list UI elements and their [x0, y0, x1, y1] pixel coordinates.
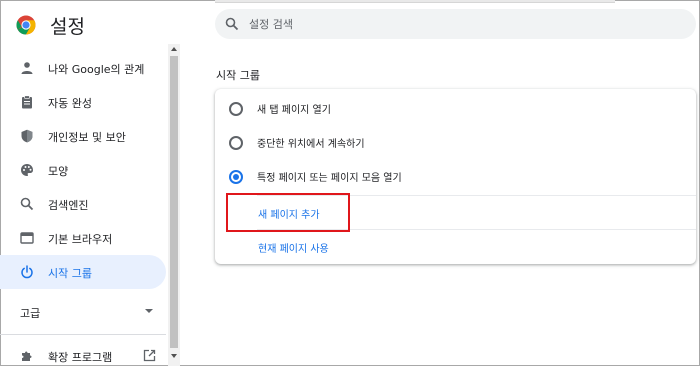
sidebar-divider — [0, 334, 166, 335]
palette-icon — [21, 164, 33, 176]
clipboard-icon — [22, 95, 32, 109]
search-icon — [20, 197, 34, 211]
scroll-up-arrow-icon[interactable] — [171, 47, 177, 51]
option-continue[interactable]: 중단한 위치에서 계속하기 — [215, 124, 696, 158]
open-in-new-icon[interactable] — [143, 349, 156, 362]
option-label: 중단한 위치에서 계속하기 — [257, 139, 365, 150]
shield-icon — [21, 129, 33, 143]
search-bar[interactable]: 설정 검색 — [215, 9, 696, 39]
radio-button-checked[interactable] — [229, 170, 243, 184]
radio-button[interactable] — [229, 136, 243, 150]
sidebar-item-you-and-google[interactable]: 나와 Google의 관계 — [0, 51, 166, 85]
sidebar-item-label: 시작 그룹 — [48, 267, 92, 280]
sidebar-item-label: 기본 브라우저 — [48, 233, 113, 246]
search-input[interactable]: 설정 검색 — [249, 16, 293, 32]
sidebar-item-appearance[interactable]: 모양 — [0, 153, 166, 187]
chevron-down-icon[interactable] — [145, 309, 153, 313]
option-new-tab[interactable]: 새 탭 페이지 열기 — [215, 90, 696, 124]
sidebar-item-privacy-security[interactable]: 개인정보 및 보안 — [0, 119, 166, 153]
page-title: 설정 — [50, 16, 85, 38]
option-label: 특정 페이지 또는 페이지 모음 열기 — [257, 173, 402, 184]
sidebar-item-label: 검색엔진 — [48, 199, 89, 212]
section-title: 시작 그룹 — [216, 69, 260, 82]
puzzle-icon — [22, 351, 32, 361]
sidebar-item-search-engine[interactable]: 검색엔진 — [0, 187, 166, 221]
radio-button[interactable] — [229, 102, 243, 116]
sidebar-item-on-startup[interactable]: 시작 그룹 — [0, 255, 166, 289]
sidebar-item-label: 모양 — [48, 165, 69, 178]
power-icon — [21, 265, 33, 279]
sidebar-item-label: 나와 Google의 관계 — [48, 63, 145, 76]
search-icon — [225, 17, 239, 31]
option-specific-pages[interactable]: 특정 페이지 또는 페이지 모음 열기 — [215, 158, 696, 192]
use-current-pages-link[interactable]: 현재 페이지 사용 — [258, 240, 329, 255]
startup-options-card: 새 탭 페이지 열기 중단한 위치에서 계속하기 특정 페이지 또는 페이지 모… — [215, 89, 696, 264]
browser-window-icon — [20, 232, 34, 244]
advanced-toggle-label[interactable]: 고급 — [20, 305, 40, 321]
sidebar-item-label: 개인정보 및 보안 — [48, 131, 126, 144]
scroll-thumb[interactable] — [170, 56, 178, 348]
sidebar-item-autofill[interactable]: 자동 완성 — [0, 85, 166, 119]
sidebar-scrollbar[interactable] — [168, 44, 180, 366]
person-icon — [21, 62, 33, 74]
scroll-down-arrow-icon[interactable] — [171, 354, 177, 358]
sidebar-item-extensions[interactable]: 확장 프로그램 — [48, 349, 112, 365]
chrome-logo-icon — [16, 15, 36, 35]
sidebar-item-label: 자동 완성 — [48, 97, 92, 110]
sidebar-item-default-browser[interactable]: 기본 브라우저 — [0, 221, 166, 255]
option-label: 새 탭 페이지 열기 — [257, 105, 331, 116]
top-strip — [215, 0, 615, 3]
annotation-highlight-box — [226, 193, 350, 232]
